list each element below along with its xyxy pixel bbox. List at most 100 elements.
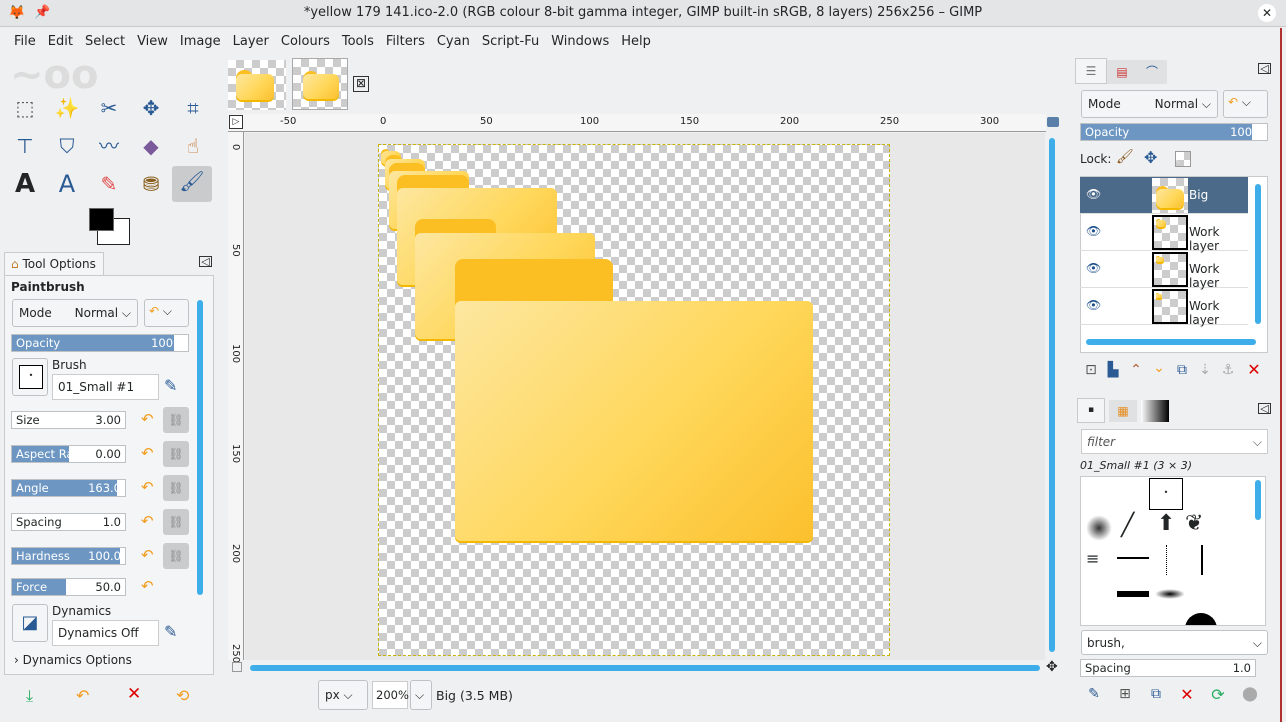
opacity-slider[interactable]: Opacity 100.0 [11,334,189,352]
warp-tool-icon[interactable]: 〰 [94,131,124,161]
layer-row[interactable]: 👁 Work layer [1080,214,1248,253]
close-window-button[interactable]: ✕ [1258,4,1276,22]
brush-item[interactable]: ⬆ [1157,511,1175,536]
anchor-layer-icon[interactable]: ⚓ [1218,362,1238,378]
brush-item[interactable]: ❦ [1185,511,1203,536]
restore-options-icon[interactable]: ↶ [76,686,89,705]
scissors-tool-icon[interactable]: ✂ [94,93,124,123]
lower-layer-icon[interactable]: ⌄ [1149,360,1169,376]
lock-alpha-icon[interactable] [1175,151,1191,167]
smudge-tool-icon[interactable]: ☝ [178,131,208,161]
brush-spacing-slider[interactable]: Spacing 1.0 [1080,659,1256,677]
reset-options-icon[interactable]: ⟲ [176,686,189,705]
layers-horizontal-scrollbar[interactable] [1086,339,1256,345]
brushes-scrollbar[interactable] [1255,480,1261,520]
mode-dropdown[interactable]: Mode Normal ⌵ [12,299,138,327]
visibility-eye-icon[interactable]: 👁 [1086,187,1101,201]
visibility-eye-icon[interactable]: 👁 [1086,261,1101,275]
brush-as-image-icon[interactable]: ⬤ [1240,686,1260,702]
brush-tag-input[interactable]: brush, ⌵ [1081,630,1268,655]
delete-options-icon[interactable]: ✕ [127,684,141,704]
link-aspect-icon[interactable]: ⛓ [163,441,189,467]
delete-layer-icon[interactable]: ✕ [1244,360,1264,379]
navigate-icon[interactable]: ✥ [1046,659,1058,675]
aspect-ratio-slider[interactable]: Aspect Ratio 0.00 [11,445,126,463]
lock-position-icon[interactable]: ✥ [1144,148,1157,167]
menu-script-fu[interactable]: Script-Fu [476,29,545,55]
menu-colours[interactable]: Colours [275,29,336,55]
zoom-field[interactable]: 200% [372,681,409,709]
tab-patterns-icon[interactable]: ▦ [1109,400,1137,422]
layer-opacity-slider[interactable]: Opacity 100.0 [1080,123,1268,141]
text-tool-icon[interactable]: A [10,169,40,199]
reset-spacing-icon[interactable]: ↶ [141,512,154,530]
panel-menu-icon[interactable]: ◁ [199,256,212,267]
zoom-image-icon[interactable] [1047,117,1059,127]
hardness-slider[interactable]: Hardness 100.0 [11,547,126,565]
tab-channels-icon[interactable]: ▤ [1107,60,1137,84]
reset-hardness-icon[interactable]: ↶ [141,546,154,564]
menu-windows[interactable]: Windows [545,29,615,55]
layers-panel-menu-icon[interactable]: ◁ [1258,63,1271,74]
image-canvas[interactable] [378,144,890,656]
eraser-tool-icon[interactable]: ✎ [94,169,124,199]
menu-tools[interactable]: Tools [336,29,380,55]
crop-tool-icon[interactable]: ⌗ [178,93,208,123]
vertical-scrollbar[interactable] [1049,138,1055,652]
unit-dropdown[interactable]: px ⌵ [318,680,368,710]
clone-tool-icon[interactable]: ⛃ [136,169,166,199]
brush-name-field[interactable]: 01_Small #1 [52,374,159,400]
brush-preview-button[interactable]: • [12,358,48,396]
brush-item[interactable] [1117,591,1149,597]
layer-mode-dropdown[interactable]: Mode Normal ⌵ [1081,90,1218,118]
zoom-dropdown[interactable]: ⌵ [410,680,432,710]
tab-gradients-icon[interactable] [1141,400,1169,422]
link-spacing-icon[interactable]: ⛓ [163,509,189,535]
reset-aspect-icon[interactable]: ↶ [141,444,154,462]
image-tab-1[interactable] [228,60,286,110]
brush-item[interactable] [1166,545,1167,575]
dynamics-options-expander[interactable]: › Dynamics Options [14,653,132,667]
reset-mode-dropdown[interactable]: ↶ ⌵ [144,299,189,327]
brush-item[interactable] [1185,613,1217,625]
edit-brush-icon[interactable]: ✎ [1084,686,1104,702]
foreground-color-swatch[interactable] [89,208,114,231]
paintbrush-tool-icon[interactable]: 🖌 [172,166,212,202]
tab-tool-options[interactable]: ⌂ Tool Options [4,252,104,276]
tool-options-scrollbar[interactable] [197,300,203,595]
brush-item[interactable] [1086,515,1112,541]
brush-item-selected[interactable]: • [1149,478,1183,510]
brush-item[interactable] [1201,545,1203,575]
unified-transform-tool-icon[interactable]: ⊤ [10,131,40,161]
eraser-gradient-tool-icon[interactable]: ◆ [136,131,166,161]
lock-pixels-icon[interactable]: 🖌 [1116,149,1134,165]
dynamics-preview-button[interactable]: ◪ [12,604,48,642]
dynamics-field[interactable]: Dynamics Off [52,620,159,646]
new-brush-icon[interactable]: ⊞ [1115,686,1135,702]
brush-item[interactable] [1155,589,1185,599]
refresh-brushes-icon[interactable]: ⟳ [1208,685,1228,704]
merge-layer-icon[interactable]: ⇣ [1195,362,1215,378]
save-options-icon[interactable]: ⤓ [26,686,33,706]
duplicate-brush-icon[interactable]: ⧉ [1146,686,1166,702]
layers-vertical-scrollbar[interactable] [1255,184,1261,324]
horizontal-scrollbar[interactable] [250,665,1040,671]
pin-icon[interactable]: 📌 [34,0,50,26]
layer-row-selected[interactable]: 👁 Big [1080,177,1248,214]
bucket-fill-tool-icon[interactable]: ⛉ [52,131,82,161]
tab-paths-icon[interactable]: ⌒ [1137,60,1167,84]
visibility-eye-icon[interactable]: 👁 [1086,298,1101,312]
brush-item[interactable]: ≡ [1086,549,1099,568]
force-slider[interactable]: Force 50.0 [11,578,126,596]
raise-layer-icon[interactable]: ⌃ [1126,362,1146,378]
menu-filters[interactable]: Filters [380,29,431,55]
toggle-quick-mask-icon[interactable] [232,662,242,672]
reset-size-icon[interactable]: ↶ [141,410,154,428]
rect-select-tool-icon[interactable]: ⬚ [10,93,40,123]
layer-row[interactable]: 👁 Work layer [1080,288,1248,327]
angle-slider[interactable]: Angle 163.0 [11,479,126,497]
layer-reset-mode-dropdown[interactable]: ↶ ⌵ [1223,90,1268,118]
menu-image[interactable]: Image [174,29,227,55]
menu-layer[interactable]: Layer [227,29,275,55]
brush-item[interactable]: ╱ [1121,513,1134,538]
